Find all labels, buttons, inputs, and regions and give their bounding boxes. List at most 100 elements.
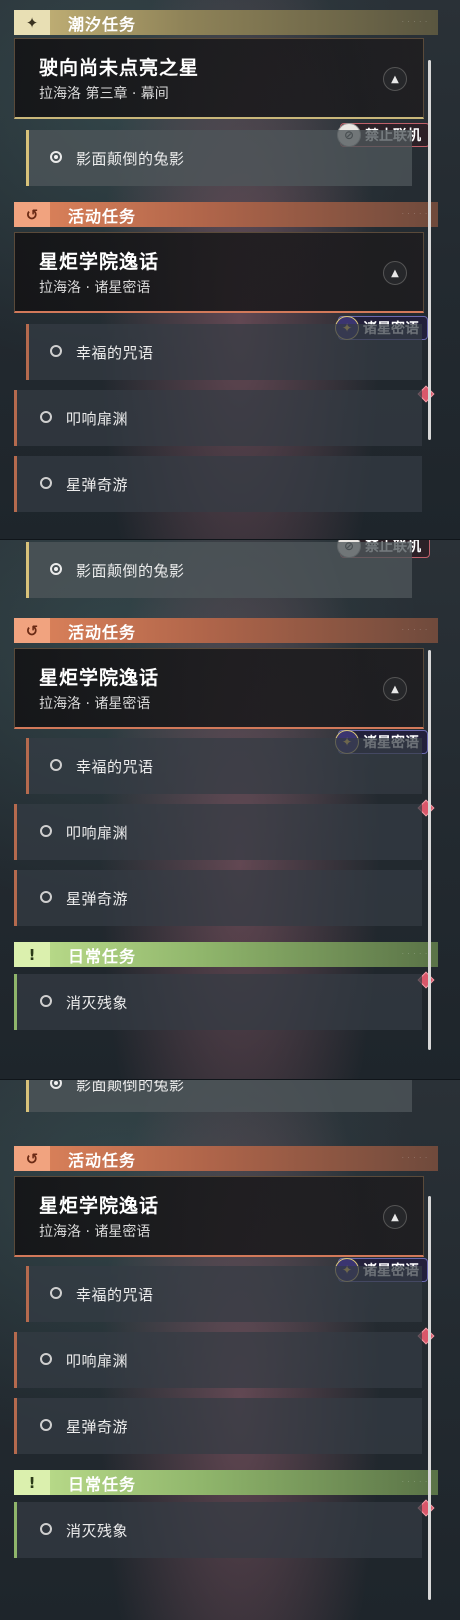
subquest-happy[interactable]: 幸福的咒语 [26, 738, 422, 794]
subquest-label: 星弹奇游 [66, 1418, 129, 1436]
category-label: 活动任务 [68, 622, 137, 642]
row-accent [26, 324, 29, 380]
subquest-label: 星弹奇游 [66, 476, 129, 494]
subquest-star[interactable]: 星弹奇游 [14, 456, 422, 512]
category-label: 活动任务 [68, 206, 137, 226]
quest-subtitle: 拉海洛 第三章 · 幕间 [39, 86, 169, 102]
subquest-label: 影面颠倒的兔影 [76, 150, 185, 168]
subquest-rabbit[interactable]: 影面颠倒的兔影 [26, 1080, 412, 1112]
subquest-label: 影面颠倒的兔影 [76, 1080, 185, 1094]
chevron-up-icon[interactable]: ▲ [383, 1205, 407, 1229]
subquest-echo[interactable]: 叩响扉渊 [14, 804, 422, 860]
category-daily-header[interactable]: ! 日常任务 · · · · · [14, 942, 438, 967]
subquest-star[interactable]: 星弹奇游 [14, 1398, 422, 1454]
subquest-label: 幸福的咒语 [76, 1286, 154, 1304]
quest-panel-1: ✦ 潮汐任务 · · · · · 驶向尚未点亮之星 拉海洛 第三章 · 幕间 ▲… [0, 0, 460, 540]
category-label: 日常任务 [68, 946, 137, 966]
subquest-echo[interactable]: 叩响扉渊 [14, 1332, 422, 1388]
chevron-up-icon[interactable]: ▲ [383, 67, 407, 91]
category-daily-header[interactable]: ! 日常任务 · · · · · [14, 1470, 438, 1495]
subquest-label: 幸福的咒语 [76, 758, 154, 776]
radio-selected-icon [50, 151, 62, 163]
radio-selected-icon [50, 563, 62, 575]
subquest-rabbit[interactable]: 影面颠倒的兔影 [26, 130, 412, 186]
row-accent [14, 390, 17, 446]
quest-title: 驶向尚未点亮之星 [39, 57, 200, 79]
subquest-daily[interactable]: 消灭残象 [14, 1502, 422, 1558]
subquest-star[interactable]: 星弹奇游 [14, 870, 422, 926]
refresh-icon: ↺ [14, 202, 50, 227]
radio-icon [50, 1287, 62, 1299]
quest-card-event[interactable]: 星炬学院逸话 拉海洛 · 诸星密语 ▲ [14, 232, 424, 313]
alert-icon: ! [14, 1470, 50, 1495]
row-accent [26, 1080, 29, 1112]
scrollbar[interactable] [428, 650, 431, 1050]
row-accent [26, 738, 29, 794]
chevron-up-icon[interactable]: ▲ [383, 261, 407, 285]
quest-card-event[interactable]: 星炬学院逸话 拉海洛 · 诸星密语 ▲ [14, 1176, 424, 1257]
row-accent [26, 1266, 29, 1322]
row-accent [14, 1502, 17, 1558]
quest-title: 星炬学院逸话 [39, 1195, 160, 1217]
category-label: 潮汐任务 [68, 14, 137, 34]
category-label: 活动任务 [68, 1150, 137, 1170]
radio-icon [40, 995, 52, 1007]
row-accent [26, 130, 29, 186]
category-event-header[interactable]: ↺ 活动任务 · · · · · [14, 202, 438, 227]
quest-panel-3: 影面颠倒的兔影 ↺ 活动任务 · · · · · 星炬学院逸话 拉海洛 · 诸星… [0, 1080, 460, 1620]
row-accent [14, 1332, 17, 1388]
row-accent [14, 974, 17, 1030]
radio-icon [40, 1523, 52, 1535]
alert-icon: ! [14, 942, 50, 967]
radio-icon [50, 345, 62, 357]
header-decoration: · · · · · [401, 19, 428, 26]
row-accent [14, 804, 17, 860]
refresh-icon: ↺ [14, 618, 50, 643]
radio-selected-icon [50, 1080, 62, 1089]
radio-icon [40, 411, 52, 423]
quest-card-event[interactable]: 星炬学院逸话 拉海洛 · 诸星密语 ▲ [14, 648, 424, 729]
subquest-label: 叩响扉渊 [66, 1352, 129, 1370]
chevron-up-icon[interactable]: ▲ [383, 677, 407, 701]
subquest-label: 星弹奇游 [66, 890, 129, 908]
subquest-rabbit[interactable]: 影面颠倒的兔影 [26, 542, 412, 598]
subquest-label: 叩响扉渊 [66, 824, 129, 842]
scrollbar[interactable] [428, 1196, 431, 1600]
category-event-header[interactable]: ↺ 活动任务 · · · · · [14, 1146, 438, 1171]
sparkle-icon: ✦ [14, 10, 50, 35]
subquest-label: 叩响扉渊 [66, 410, 129, 428]
row-accent [14, 456, 17, 512]
subquest-label: 幸福的咒语 [76, 344, 154, 362]
radio-icon [40, 1353, 52, 1365]
quest-title: 星炬学院逸话 [39, 667, 160, 689]
scrollbar[interactable] [428, 60, 431, 440]
category-event-header[interactable]: ↺ 活动任务 · · · · · [14, 618, 438, 643]
radio-icon [40, 825, 52, 837]
subquest-label: 消灭残象 [66, 994, 129, 1012]
radio-icon [40, 477, 52, 489]
subquest-label: 影面颠倒的兔影 [76, 562, 185, 580]
row-accent [14, 1398, 17, 1454]
subquest-happy[interactable]: 幸福的咒语 [26, 324, 422, 380]
header-decoration: · · · · · [401, 627, 428, 634]
radio-icon [40, 891, 52, 903]
category-label: 日常任务 [68, 1474, 137, 1494]
subquest-daily[interactable]: 消灭残象 [14, 974, 422, 1030]
radio-icon [40, 1419, 52, 1431]
header-decoration: · · · · · [401, 1155, 428, 1162]
category-tide-header[interactable]: ✦ 潮汐任务 · · · · · [14, 10, 438, 35]
quest-subtitle: 拉海洛 · 诸星密语 [39, 696, 151, 712]
quest-title: 星炬学院逸话 [39, 251, 160, 273]
quest-subtitle: 拉海洛 · 诸星密语 [39, 1224, 151, 1240]
header-decoration: · · · · · [401, 1479, 428, 1486]
radio-icon [50, 759, 62, 771]
header-decoration: · · · · · [401, 951, 428, 958]
header-decoration: · · · · · [401, 211, 428, 218]
subquest-echo[interactable]: 叩响扉渊 [14, 390, 422, 446]
quest-panel-2: ⊘ 禁止联机 影面颠倒的兔影 ↺ 活动任务 · · · · · 星炬学院逸话 拉… [0, 540, 460, 1080]
quest-card-tide[interactable]: 驶向尚未点亮之星 拉海洛 第三章 · 幕间 ▲ [14, 38, 424, 119]
subquest-happy[interactable]: 幸福的咒语 [26, 1266, 422, 1322]
refresh-icon: ↺ [14, 1146, 50, 1171]
subquest-label: 消灭残象 [66, 1522, 129, 1540]
quest-subtitle: 拉海洛 · 诸星密语 [39, 280, 151, 296]
